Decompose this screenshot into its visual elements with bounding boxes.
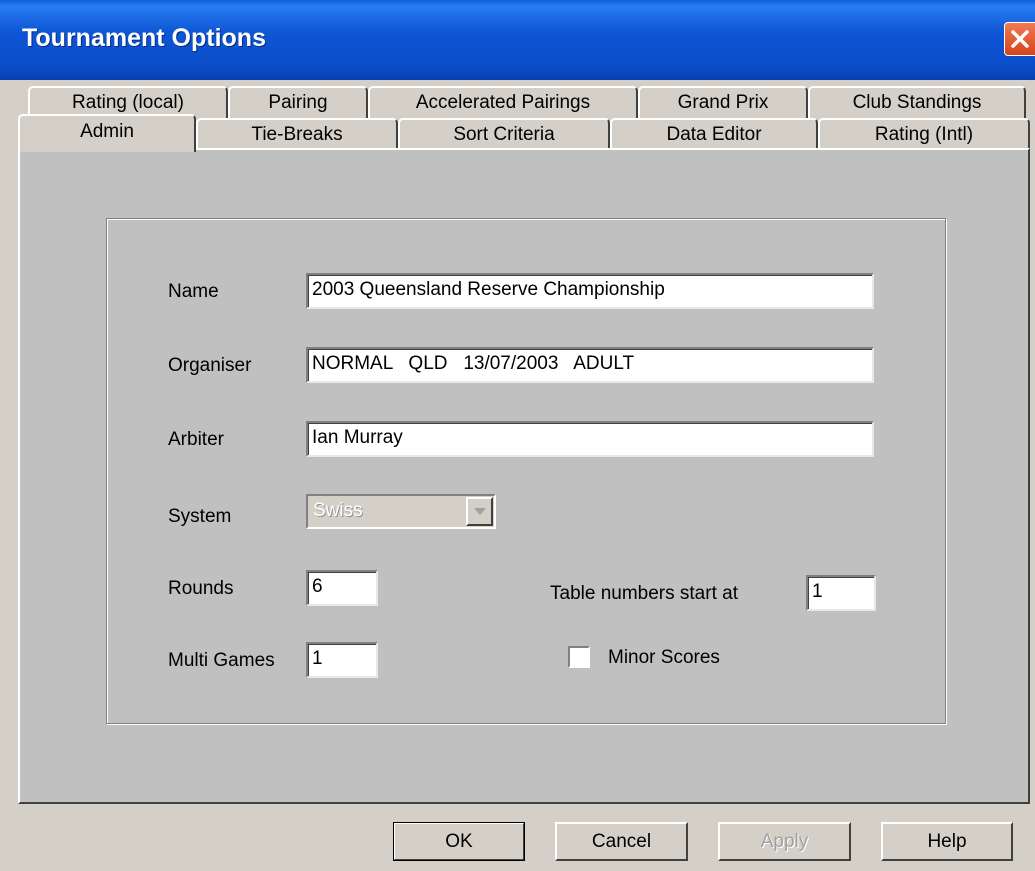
system-dropdown-button[interactable] bbox=[466, 497, 493, 526]
tab-accelerated-pairings[interactable]: Accelerated Pairings bbox=[368, 86, 638, 120]
close-button[interactable] bbox=[1004, 22, 1035, 56]
ok-button[interactable]: OK bbox=[393, 822, 525, 861]
name-label: Name bbox=[168, 281, 219, 302]
help-button[interactable]: Help bbox=[881, 822, 1013, 861]
multi-games-input[interactable]: 1 bbox=[306, 642, 378, 678]
close-icon bbox=[1011, 30, 1029, 48]
minor-scores-checkbox[interactable] bbox=[568, 646, 590, 668]
tab-club-standings[interactable]: Club Standings bbox=[808, 86, 1026, 120]
multi-games-label: Multi Games bbox=[168, 650, 275, 671]
minor-scores-label: Minor Scores bbox=[608, 647, 720, 668]
system-select-value: Swiss bbox=[313, 500, 363, 521]
cancel-button[interactable]: Cancel bbox=[555, 822, 688, 861]
tab-sort-criteria[interactable]: Sort Criteria bbox=[398, 118, 610, 150]
tab-data-editor[interactable]: Data Editor bbox=[610, 118, 818, 150]
window-title: Tournament Options bbox=[22, 24, 266, 52]
arbiter-label: Arbiter bbox=[168, 429, 224, 450]
tab-tie-breaks[interactable]: Tie-Breaks bbox=[196, 118, 398, 150]
tab-grand-prix[interactable]: Grand Prix bbox=[638, 86, 808, 120]
tab-pairing[interactable]: Pairing bbox=[228, 86, 368, 120]
organiser-label: Organiser bbox=[168, 355, 252, 376]
table-numbers-input[interactable]: 1 bbox=[806, 575, 876, 611]
title-bar[interactable]: Tournament Options bbox=[0, 0, 1035, 80]
tab-rating-intl[interactable]: Rating (Intl) bbox=[818, 118, 1030, 150]
chevron-down-icon bbox=[474, 508, 486, 515]
tab-admin[interactable]: Admin bbox=[18, 114, 196, 152]
apply-button[interactable]: Apply bbox=[718, 822, 851, 861]
arbiter-input[interactable]: Ian Murray bbox=[306, 421, 874, 457]
system-label: System bbox=[168, 506, 232, 527]
name-input[interactable]: 2003 Queensland Reserve Championship bbox=[306, 273, 874, 309]
rounds-input[interactable]: 6 bbox=[306, 570, 378, 606]
table-numbers-label: Table numbers start at bbox=[550, 583, 738, 604]
admin-tab-page bbox=[18, 148, 1030, 804]
system-select[interactable]: Swiss bbox=[306, 494, 496, 529]
rounds-label: Rounds bbox=[168, 578, 234, 599]
organiser-input[interactable]: NORMAL QLD 13/07/2003 ADULT bbox=[306, 347, 874, 383]
